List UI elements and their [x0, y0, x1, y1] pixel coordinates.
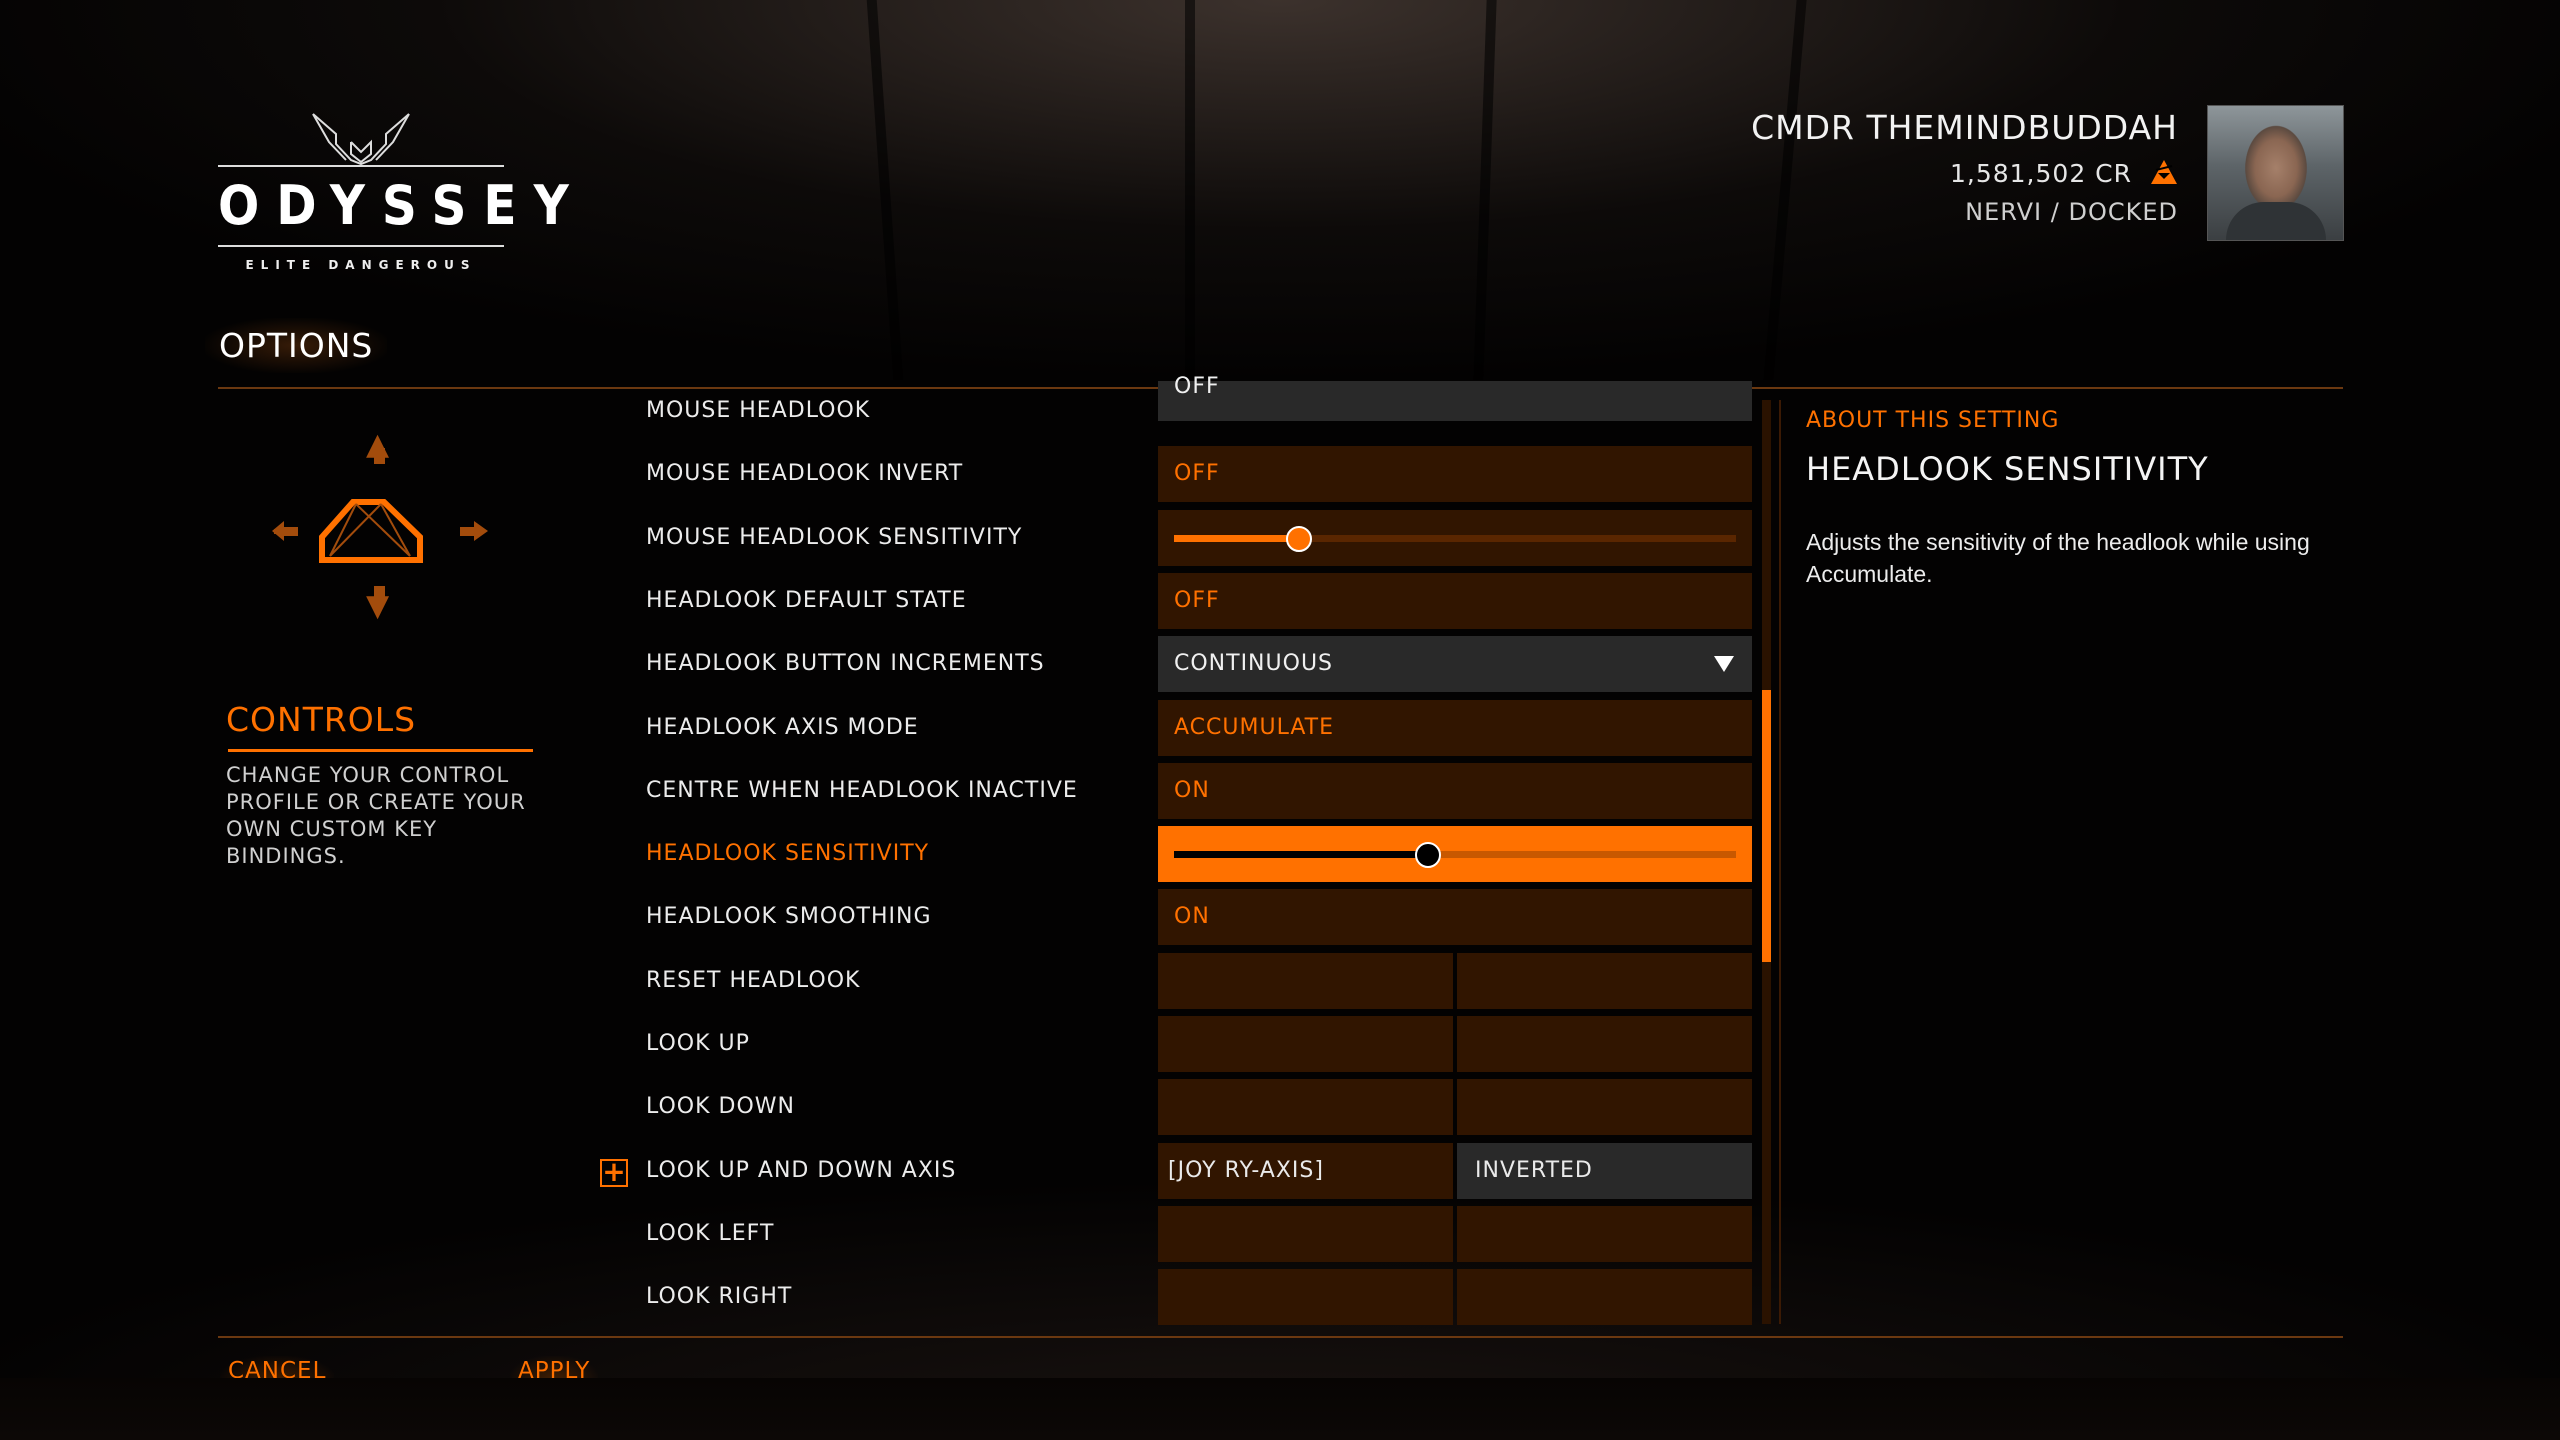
combat-rank-icon — [2150, 159, 2178, 185]
setting-value-centre-when-headlook-inactive[interactable]: ON — [1158, 763, 1752, 819]
setting-value-text: ON — [1174, 778, 1210, 803]
secondary-binding-slot[interactable] — [1457, 1016, 1752, 1072]
setting-label-headlook-smoothing[interactable]: HEADLOOK SMOOTHING — [646, 904, 932, 929]
setting-label-headlook-default-state[interactable]: HEADLOOK DEFAULT STATE — [646, 588, 967, 613]
headlook-diagram: ▲ ▲ — [270, 430, 490, 627]
slider-thumb[interactable] — [1285, 526, 1312, 552]
logo-rule — [218, 165, 504, 167]
setting-bindings-look-left[interactable] — [1158, 1206, 1752, 1262]
setting-bindings-look-up-and-down-axis[interactable]: [JOY RY-AXIS] INVERTED — [1158, 1143, 1752, 1199]
setting-label-look-left[interactable]: LOOK LEFT — [646, 1221, 774, 1246]
logo-wordmark: ODYSSEY — [218, 174, 586, 237]
secondary-binding-slot[interactable] — [1457, 953, 1752, 1009]
dropdown-arrow-icon — [1714, 656, 1734, 672]
apply-button[interactable]: APPLY — [510, 1356, 599, 1380]
footer-divider — [218, 1336, 2343, 1338]
about-description: Adjusts the sensitivity of the headlook … — [1806, 529, 2310, 587]
primary-binding-slot[interactable] — [1158, 953, 1453, 1009]
background-strut — [1473, 0, 1497, 380]
setting-value-text: OFF — [1174, 461, 1220, 486]
controls-description: CHANGE YOUR CONTROL PROFILE OR CREATE YO… — [226, 763, 526, 868]
slider-fill — [1174, 851, 1427, 858]
setting-label-headlook-axis-mode[interactable]: HEADLOOK AXIS MODE — [646, 715, 919, 740]
page-title: OPTIONS — [205, 318, 388, 373]
slider-fill — [1174, 535, 1298, 542]
dropdown-selected-value: CONTINUOUS — [1174, 651, 1334, 676]
credits-value: 1,581,502 CR — [1949, 159, 2132, 188]
avatar-body — [2226, 202, 2326, 240]
setting-label-look-up-and-down-axis[interactable]: LOOK UP AND DOWN AXIS — [646, 1158, 956, 1183]
setting-value-headlook-smoothing[interactable]: ON — [1158, 889, 1752, 945]
setting-value-headlook-axis-mode[interactable]: ACCUMULATE — [1158, 700, 1752, 756]
setting-dropdown-headlook-button-increments[interactable]: CONTINUOUS — [1158, 636, 1752, 692]
setting-bindings-look-up[interactable] — [1158, 1016, 1752, 1072]
background-strut — [866, 0, 904, 380]
setting-label-headlook-sensitivity[interactable]: HEADLOOK SENSITIVITY — [646, 841, 929, 866]
primary-binding-slot[interactable] — [1158, 1206, 1453, 1262]
cancel-button[interactable]: CANCEL — [220, 1356, 335, 1380]
controls-title: CONTROLS — [226, 700, 417, 739]
setting-label-mouse-headlook[interactable]: MOUSE HEADLOOK — [646, 398, 870, 423]
logo-rule — [218, 245, 504, 247]
setting-label-look-up[interactable]: LOOK UP — [646, 1031, 750, 1056]
odyssey-logo: ODYSSEY ELITE DANGEROUS — [218, 112, 586, 277]
logo-subtitle: ELITE DANGEROUS — [245, 258, 477, 272]
primary-binding-slot[interactable]: [JOY RY-AXIS] — [1158, 1143, 1453, 1199]
setting-value-text: ACCUMULATE — [1174, 715, 1335, 740]
primary-binding-slot[interactable] — [1158, 1016, 1453, 1072]
background-strut — [1185, 0, 1195, 380]
secondary-binding-slot[interactable] — [1457, 1079, 1752, 1135]
commander-location: NERVI / DOCKED — [1965, 198, 2178, 226]
slider-thumb[interactable] — [1414, 842, 1441, 868]
setting-label-reset-headlook[interactable]: RESET HEADLOOK — [646, 968, 860, 993]
setting-value-text: ON — [1174, 904, 1210, 929]
setting-bindings-look-right[interactable] — [1158, 1269, 1752, 1325]
setting-label-mouse-headlook-invert[interactable]: MOUSE HEADLOOK INVERT — [646, 461, 963, 486]
binding-text: [JOY RY-AXIS] — [1168, 1158, 1324, 1183]
scrollbar-thumb[interactable] — [1762, 690, 1771, 962]
secondary-binding-slot[interactable]: INVERTED — [1457, 1143, 1752, 1199]
secondary-binding-slot[interactable] — [1457, 1269, 1752, 1325]
setting-value-text: OFF — [1174, 588, 1220, 613]
slider-track[interactable] — [1174, 526, 1736, 552]
slider-track[interactable] — [1174, 842, 1736, 868]
setting-slider-mouse-headlook-sensitivity[interactable] — [1158, 510, 1752, 566]
commander-info: CMDR THEMINDBUDDAH 1,581,502 CR NERVI / … — [1751, 108, 2178, 226]
primary-binding-slot[interactable] — [1158, 1269, 1453, 1325]
setting-value-text: OFF — [1174, 374, 1220, 399]
arrow-down-icon: ▲ — [366, 592, 390, 627]
setting-label-look-down[interactable]: LOOK DOWN — [646, 1094, 795, 1119]
setting-value-mouse-headlook-invert[interactable]: OFF — [1158, 446, 1752, 502]
setting-slider-headlook-sensitivity[interactable] — [1158, 826, 1752, 882]
commander-avatar[interactable] — [2207, 105, 2344, 241]
setting-label-look-right[interactable]: LOOK RIGHT — [646, 1284, 792, 1309]
ship-canopy-icon — [272, 499, 488, 563]
setting-label-mouse-headlook-sensitivity[interactable]: MOUSE HEADLOOK SENSITIVITY — [646, 525, 1022, 550]
elite-wings-icon — [312, 113, 410, 166]
binding-text: INVERTED — [1475, 1158, 1593, 1183]
commander-name: CMDR THEMINDBUDDAH — [1751, 108, 2178, 147]
setting-value-mouse-headlook[interactable]: OFF — [1158, 374, 1752, 421]
bottom-overlay — [0, 1378, 2560, 1440]
setting-label-centre-when-headlook-inactive[interactable]: CENTRE WHEN HEADLOOK INACTIVE — [646, 778, 1078, 803]
controls-underline — [228, 749, 533, 752]
setting-label-headlook-button-increments[interactable]: HEADLOOK BUTTON INCREMENTS — [646, 651, 1045, 676]
commander-credits: 1,581,502 CR — [1751, 159, 2178, 188]
setting-value-headlook-default-state[interactable]: OFF — [1158, 573, 1752, 629]
setting-bindings-look-down[interactable] — [1158, 1079, 1752, 1135]
setting-bindings-reset-headlook[interactable] — [1158, 953, 1752, 1009]
panel-divider — [1779, 400, 1781, 1324]
secondary-binding-slot[interactable] — [1457, 1206, 1752, 1262]
about-title: HEADLOOK SENSITIVITY — [1806, 450, 2209, 488]
about-kicker: ABOUT THIS SETTING — [1806, 408, 2060, 433]
expand-plus-icon[interactable]: + — [600, 1158, 628, 1187]
primary-binding-slot[interactable] — [1158, 1079, 1453, 1135]
arrow-up-stem — [374, 448, 385, 464]
